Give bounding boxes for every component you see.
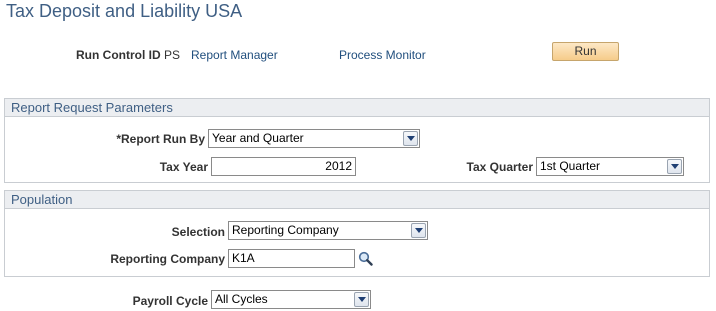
tax-year-label: Tax Year (159, 160, 208, 174)
report-run-by-label: *Report Run By (116, 132, 205, 146)
report-run-by-value: Year and Quarter (212, 131, 304, 145)
page-title: Tax Deposit and Liability USA (6, 1, 243, 21)
payroll-cycle-value: All Cycles (215, 292, 268, 306)
payroll-cycle-select[interactable]: All Cycles (211, 290, 371, 309)
magnifier-icon[interactable] (358, 251, 373, 266)
payroll-cycle-label: Payroll Cycle (132, 294, 208, 308)
reporting-company-label: Reporting Company (110, 252, 225, 266)
tax-quarter-value: 1st Quarter (540, 159, 601, 173)
report-request-parameters-header: Report Request Parameters (5, 99, 709, 117)
run-control-label: Run Control ID (76, 48, 161, 62)
reporting-company-input[interactable]: K1A (228, 249, 355, 268)
selection-label: Selection (171, 225, 225, 239)
tax-year-input[interactable]: 2012 (211, 157, 356, 176)
chevron-down-icon[interactable] (667, 159, 682, 174)
run-button[interactable]: Run (552, 42, 619, 61)
selection-value: Reporting Company (232, 223, 339, 237)
chevron-down-icon[interactable] (411, 223, 426, 238)
report-run-by-select[interactable]: Year and Quarter (208, 129, 420, 148)
selection-select[interactable]: Reporting Company (228, 221, 428, 240)
chevron-down-icon[interactable] (354, 292, 369, 307)
process-monitor-link[interactable]: Process Monitor (339, 48, 426, 62)
population-header: Population (5, 191, 709, 209)
tax-quarter-select[interactable]: 1st Quarter (536, 157, 684, 176)
report-manager-link[interactable]: Report Manager (191, 48, 278, 62)
tax-quarter-label: Tax Quarter (466, 160, 533, 174)
run-control-value: PS (164, 48, 181, 62)
chevron-down-icon[interactable] (403, 131, 418, 146)
